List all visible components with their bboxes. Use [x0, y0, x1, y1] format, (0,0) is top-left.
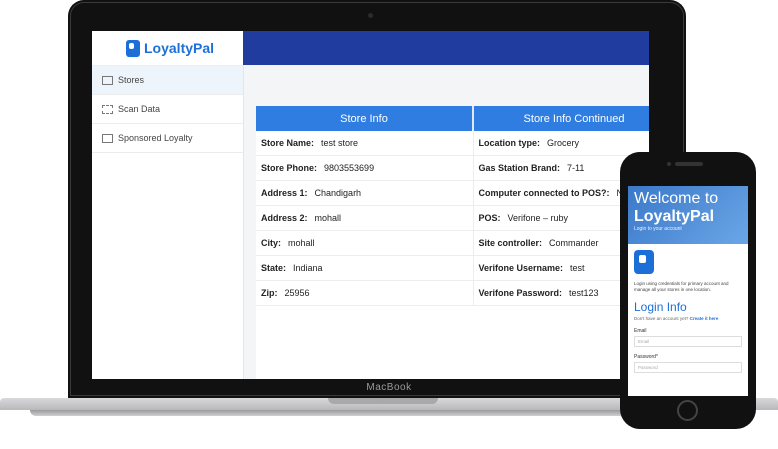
- password-field[interactable]: Password: [634, 362, 742, 373]
- sidebar-item-scan-data[interactable]: Scan Data: [92, 95, 243, 124]
- table-cell: Zip: 25956: [256, 280, 474, 306]
- header-store-info-continued: Store Info Continued: [473, 106, 649, 131]
- sidebar: LoyaltyPal Stores Scan Data Sponsored Lo…: [92, 31, 244, 379]
- welcome-title-line1: Welcome to: [634, 190, 719, 207]
- login-heading: Login Info: [634, 300, 687, 314]
- table-row: City: mohall Site controller: Commander: [256, 230, 649, 256]
- table-row: State: Indiana Verifone Username: test: [256, 255, 649, 281]
- sidebar-item-sponsored-loyalty[interactable]: Sponsored Loyalty: [92, 124, 243, 153]
- create-account-link[interactable]: Create it here: [690, 316, 719, 321]
- loyalty-icon: [102, 133, 113, 143]
- password-label: Password*: [634, 354, 658, 360]
- laptop-screen: LoyaltyPal Stores Scan Data Sponsored Lo…: [92, 31, 649, 379]
- email-label: Email: [634, 328, 647, 334]
- table-cell: City: mohall: [256, 230, 474, 256]
- table-cell: Location type: Grocery: [473, 131, 649, 156]
- table-cell: Store Name: test store: [256, 131, 474, 156]
- signup-prompt: Don't have an account yet? Create it her…: [634, 316, 719, 321]
- table-row: Address 1: Chandigarh Computer connected …: [256, 180, 649, 206]
- scan-icon: [102, 104, 113, 114]
- home-button[interactable]: [677, 400, 698, 421]
- table-row: Zip: 25956 Verifone Password: test123: [256, 280, 649, 306]
- store-info-panel: Store Info Store Info Continued Store Na…: [256, 106, 649, 379]
- phone: Welcome to LoyaltyPal Login to your acco…: [620, 152, 756, 429]
- store-info-table: Store Info Store Info Continued Store Na…: [256, 106, 649, 306]
- camera-icon: [368, 13, 373, 18]
- table-row: Address 2: mohall POS: Verifone – ruby: [256, 205, 649, 231]
- sidebar-item-label: Scan Data: [118, 104, 161, 114]
- store-icon: [102, 75, 113, 85]
- table-cell: Address 2: mohall: [256, 205, 474, 231]
- table-cell: Store Phone: 9803553699: [256, 155, 474, 181]
- table-row: Store Phone: 9803553699 Gas Station Brand…: [256, 155, 649, 181]
- phone-camera-icon: [667, 162, 671, 166]
- sidebar-item-label: Stores: [118, 75, 145, 85]
- table-row: Store Name: test store Location type: Groc…: [256, 131, 649, 156]
- logo[interactable]: LoyaltyPal: [92, 31, 243, 66]
- table-cell: Address 1: Chandigarh: [256, 180, 474, 206]
- header-store-info: Store Info: [256, 106, 474, 131]
- email-field[interactable]: Email: [634, 336, 742, 347]
- sidebar-item-stores[interactable]: Stores: [92, 66, 243, 95]
- welcome-subtitle: Login to your account: [634, 226, 682, 232]
- sidebar-item-label: Sponsored Loyalty: [118, 133, 193, 143]
- logo-icon: [634, 250, 654, 274]
- logo-text: LoyaltyPal: [144, 40, 215, 56]
- top-bar: [243, 31, 649, 65]
- phone-speaker: [675, 162, 703, 166]
- logo-icon: [126, 39, 140, 57]
- phone-screen: Welcome to LoyaltyPal Login to your acco…: [628, 186, 748, 396]
- login-intro-text: Login using credentials for primary acco…: [634, 281, 729, 292]
- welcome-banner: Welcome to LoyaltyPal Login to your acco…: [628, 186, 748, 244]
- table-cell: State: Indiana: [256, 255, 474, 281]
- welcome-title-line2: LoyaltyPal: [634, 208, 715, 225]
